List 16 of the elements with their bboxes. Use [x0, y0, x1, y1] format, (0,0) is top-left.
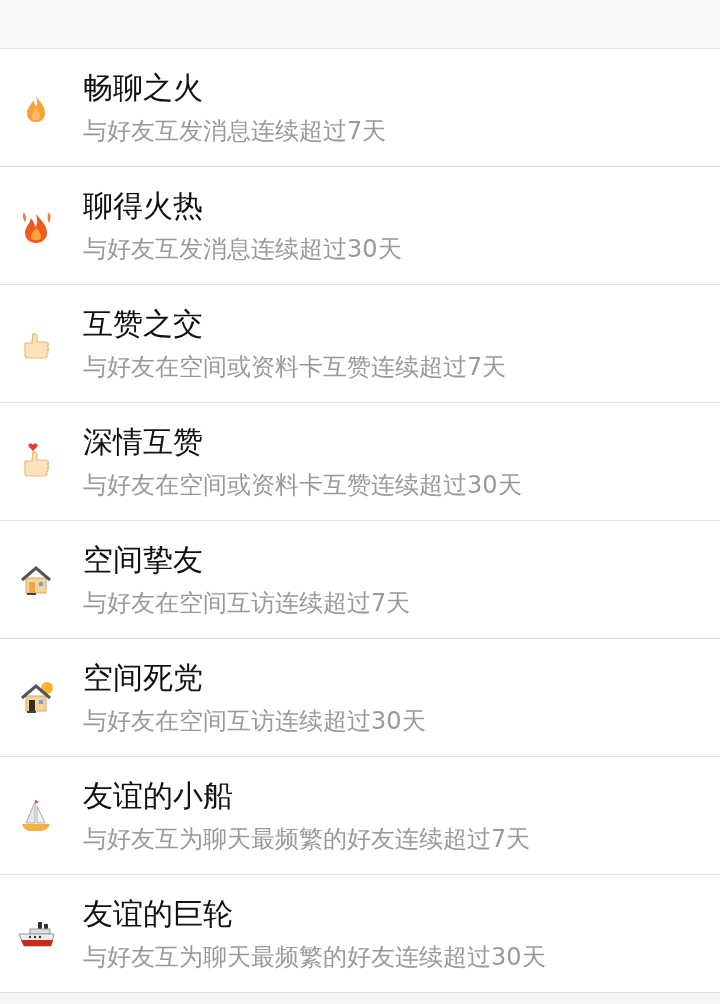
achievement-description: 与好友互为聊天最频繁的好友连续超过30天 [83, 941, 546, 972]
achievement-title: 聊得火热 [83, 187, 204, 224]
achievement-title: 互赞之交 [83, 305, 204, 342]
achievement-description: 与好友在空间互访连续超过30天 [83, 705, 426, 736]
achievement-description: 与好友互发消息连续超过30天 [83, 233, 402, 264]
achievement-title: 畅聊之火 [83, 69, 204, 106]
achievement-title: 友谊的小船 [83, 777, 234, 814]
achievement-title: 空间挚友 [83, 541, 204, 578]
achievement-description: 与好友互发消息连续超过7天 [83, 115, 387, 146]
achievement-title: 友谊的巨轮 [83, 895, 234, 932]
achievement-description: 与好友在空间或资料卡互赞连续超过7天 [83, 351, 507, 382]
achievement-description: 与好友互为聊天最频繁的好友连续超过7天 [83, 823, 531, 854]
achievement-title: 空间死党 [83, 659, 204, 696]
achievement-description: 与好友在空间互访连续超过7天 [83, 587, 411, 618]
achievement-title: 深情互赞 [83, 423, 204, 460]
achievement-description: 与好友在空间或资料卡互赞连续超过30天 [83, 469, 522, 500]
